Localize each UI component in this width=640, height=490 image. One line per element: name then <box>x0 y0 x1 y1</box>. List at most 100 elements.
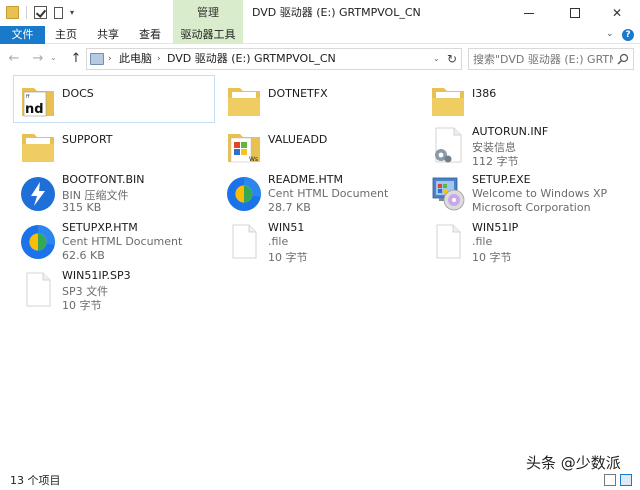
blank-file-icon <box>226 222 262 260</box>
chevron-down-icon[interactable]: ⌄ <box>606 29 614 39</box>
list-item[interactable]: DOTNETFX <box>220 76 420 122</box>
title-bar: ▾ 管理 DVD 驱动器 (E:) GRTMPVOL_CN ✕ <box>0 0 640 26</box>
search-box[interactable] <box>468 48 634 70</box>
file-size: 10 字节 <box>268 249 308 265</box>
file-name: SETUP.EXE <box>472 173 531 186</box>
cent-browser-icon <box>20 222 56 260</box>
file-company: Microsoft Corporation <box>472 201 591 214</box>
list-item[interactable]: WIN51 .file 10 字节 <box>220 218 420 264</box>
file-name: DOTNETFX <box>268 87 328 100</box>
item-count: 13 个项目 <box>10 472 61 488</box>
quick-access-toolbar: ▾ <box>6 6 74 19</box>
tiles-view-icon[interactable] <box>620 474 632 486</box>
dvd-drive-icon <box>90 53 104 65</box>
file-size: 28.7 KB <box>268 201 311 214</box>
folder-icon <box>226 80 262 118</box>
file-name: README.HTM <box>268 173 343 186</box>
tab-home[interactable]: 主页 <box>48 26 84 44</box>
recent-locations-dropdown[interactable]: ⌄ <box>50 53 57 62</box>
list-item[interactable]: README.HTM Cent HTML Document 28.7 KB <box>220 170 420 216</box>
list-item[interactable]: BOOTFONT.BIN BIN 压缩文件 315 KB <box>14 170 214 216</box>
search-icon[interactable] <box>617 53 629 65</box>
help-icon[interactable]: ? <box>622 29 634 41</box>
status-bar: 13 个项目 头条 @少数派 <box>0 470 640 490</box>
list-item[interactable]: I386 <box>424 76 624 122</box>
properties-check-icon[interactable] <box>34 6 47 19</box>
file-name: DOCS <box>62 87 94 100</box>
file-type: .file <box>472 235 492 248</box>
back-arrow-icon[interactable]: ← <box>6 51 22 67</box>
file-size: 10 字节 <box>62 297 102 313</box>
file-size: 112 字节 <box>472 153 519 169</box>
watermark: 头条 @少数派 <box>526 452 621 473</box>
file-type: Cent HTML Document <box>62 235 182 248</box>
details-view-icon[interactable] <box>604 474 616 486</box>
file-size: 315 KB <box>62 201 101 214</box>
folder-icon <box>20 126 56 164</box>
file-name: WIN51IP.SP3 <box>62 269 131 282</box>
new-file-icon[interactable] <box>54 7 63 19</box>
up-arrow-icon[interactable]: ↑ <box>68 51 84 67</box>
list-item[interactable]: Ws VALUEADD <box>220 122 420 168</box>
svg-text:ff: ff <box>26 94 30 100</box>
file-name: AUTORUN.INF <box>472 125 548 138</box>
breadcrumb-dvd-drive[interactable]: DVD 驱动器 (E:) GRTMPVOL_CN <box>167 49 336 69</box>
close-button[interactable]: ✕ <box>594 0 640 26</box>
window-title: DVD 驱动器 (E:) GRTMPVOL_CN <box>252 0 421 26</box>
file-name: BOOTFONT.BIN <box>62 173 145 186</box>
list-item[interactable]: SETUP.EXE Welcome to Windows XP Microsof… <box>424 170 624 216</box>
bin-archive-icon <box>20 174 56 212</box>
setup-information-icon <box>430 126 466 164</box>
list-item[interactable]: SUPPORT <box>14 122 214 168</box>
file-name: WIN51IP <box>472 221 518 234</box>
blank-file-icon <box>20 270 56 308</box>
svg-text:Ws: Ws <box>249 156 258 163</box>
folder-windows-icon: Ws <box>226 126 262 164</box>
manage-context-tab[interactable]: 管理 <box>173 0 243 26</box>
address-bar[interactable]: › 此电脑 › DVD 驱动器 (E:) GRTMPVOL_CN ⌄ ↻ <box>86 48 462 70</box>
blank-file-icon <box>430 222 466 260</box>
maximize-icon <box>570 8 580 18</box>
search-input[interactable] <box>473 49 613 69</box>
file-list: nd ff DOCS DOTNETFX I386 SUPPORT <box>0 74 640 464</box>
list-item[interactable]: nd ff DOCS <box>14 76 214 122</box>
breadcrumb-this-pc[interactable]: 此电脑 <box>119 49 152 69</box>
list-item[interactable]: WIN51IP.SP3 SP3 文件 10 字节 <box>14 266 214 312</box>
folder-icon <box>430 80 466 118</box>
setup-exe-icon <box>430 174 466 212</box>
list-item[interactable]: SETUPXP.HTM Cent HTML Document 62.6 KB <box>14 218 214 264</box>
file-size: 10 字节 <box>472 249 512 265</box>
navigation-bar: ← → ⌄ ↑ › 此电脑 › DVD 驱动器 (E:) GRTMPVOL_CN… <box>0 45 640 73</box>
minimize-icon <box>524 13 534 14</box>
svg-text:nd: nd <box>25 102 44 117</box>
close-icon: ✕ <box>612 6 622 20</box>
file-name: VALUEADD <box>268 133 327 146</box>
cent-browser-icon <box>226 174 262 212</box>
forward-arrow-icon[interactable]: → <box>30 51 46 67</box>
tab-share[interactable]: 共享 <box>88 26 128 44</box>
chevron-right-icon[interactable]: › <box>157 49 161 69</box>
file-name: SUPPORT <box>62 133 113 146</box>
tab-view[interactable]: 查看 <box>132 26 168 44</box>
folder-icon <box>6 6 19 19</box>
file-description: Welcome to Windows XP <box>472 187 607 200</box>
tab-file[interactable]: 文件 <box>0 26 45 44</box>
file-name: SETUPXP.HTM <box>62 221 138 234</box>
tab-drive-tools[interactable]: 驱动器工具 <box>173 26 243 44</box>
list-item[interactable]: WIN51IP .file 10 字节 <box>424 218 624 264</box>
file-type: Cent HTML Document <box>268 187 388 200</box>
file-type: .file <box>268 235 288 248</box>
toolbar-divider <box>26 6 27 19</box>
chevron-right-icon[interactable]: › <box>108 49 112 69</box>
file-size: 62.6 KB <box>62 249 105 262</box>
address-dropdown[interactable]: ⌄ <box>433 49 440 69</box>
refresh-icon[interactable]: ↻ <box>447 49 457 69</box>
ribbon-tabs: 文件 主页 共享 查看 驱动器工具 ⌄ ? <box>0 26 640 44</box>
maximize-button[interactable] <box>552 0 598 26</box>
minimize-button[interactable] <box>506 0 552 26</box>
quick-access-dropdown[interactable]: ▾ <box>70 8 74 17</box>
list-item[interactable]: AUTORUN.INF 安装信息 112 字节 <box>424 122 624 168</box>
file-name: I386 <box>472 87 496 100</box>
folder-docs-icon: nd ff <box>20 80 56 118</box>
file-name: WIN51 <box>268 221 304 234</box>
